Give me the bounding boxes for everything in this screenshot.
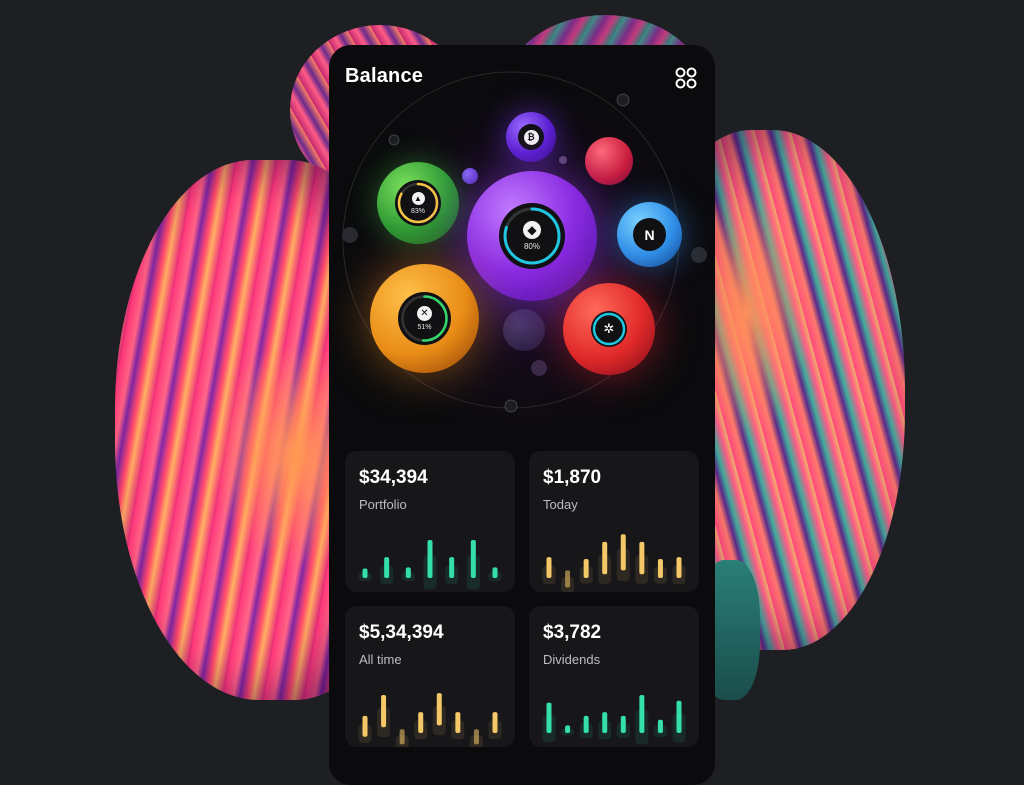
- bar: [427, 540, 433, 578]
- all-time-card[interactable]: $5,34,394 All time: [345, 606, 515, 747]
- bar: [449, 557, 455, 578]
- bar: [473, 729, 479, 745]
- green-coin-progress-ring: [397, 182, 439, 224]
- bar: [455, 712, 461, 733]
- portfolio-card[interactable]: $34,394 Portfolio: [345, 451, 515, 592]
- bar: [602, 541, 608, 575]
- stellar-bubble[interactable]: ✕ 51%: [370, 264, 479, 373]
- cardano-core: ✲: [591, 311, 627, 347]
- bitcoin-icon: ₿: [523, 129, 539, 145]
- bar: [565, 570, 571, 588]
- bar: [583, 559, 589, 578]
- bar: [657, 559, 663, 578]
- bar: [565, 725, 571, 733]
- bar: [676, 557, 682, 578]
- dividends-card[interactable]: $3,782 Dividends: [529, 606, 699, 747]
- ethereum-bubble[interactable]: ◆ 80%: [467, 171, 597, 301]
- phone-screen: Balance ₿ ▲ 83% ◆ 80% N ✕ 51% ✲ $34,394 …: [329, 45, 715, 785]
- bar: [381, 695, 387, 728]
- cardano-ring: [592, 312, 626, 346]
- ethereum-progress-ring: [503, 207, 561, 265]
- bar: [362, 715, 368, 737]
- bar: [546, 557, 552, 578]
- bar: [657, 719, 663, 733]
- bitcoin-bubble[interactable]: ₿: [506, 112, 556, 162]
- bar: [436, 693, 442, 726]
- balance-bubble-chart: Balance ₿ ▲ 83% ◆ 80% N ✕ 51% ✲: [329, 45, 715, 445]
- bar: [676, 700, 682, 733]
- near-bubble[interactable]: N: [617, 202, 682, 267]
- stellar-progress-ring: [401, 295, 448, 342]
- bar: [602, 712, 608, 733]
- bar: [639, 695, 645, 733]
- small-dark-bubble: [503, 309, 545, 351]
- bar: [583, 715, 589, 733]
- bar: [418, 712, 424, 733]
- stellar-core: ✕ 51%: [398, 292, 451, 345]
- ethereum-core: ◆ 80%: [499, 203, 565, 269]
- bar: [492, 712, 498, 733]
- grid-icon[interactable]: [675, 67, 697, 89]
- small-red-bubble: [585, 137, 633, 185]
- bitcoin-core: ₿: [518, 124, 544, 150]
- card-bar-chart: [358, 540, 502, 590]
- bar: [620, 715, 626, 733]
- bar: [470, 540, 476, 578]
- bar: [384, 557, 390, 578]
- cardano-bubble[interactable]: ✲: [563, 283, 655, 375]
- today-card[interactable]: $1,870 Today: [529, 451, 699, 592]
- bar: [492, 567, 498, 578]
- page-title: Balance: [345, 65, 424, 87]
- near-core: N: [633, 218, 666, 251]
- card-bar-chart: [358, 693, 502, 747]
- green-coin-bubble[interactable]: ▲ 83%: [377, 162, 459, 244]
- bar: [399, 729, 405, 745]
- bar: [620, 534, 626, 571]
- card-bar-chart: [542, 534, 686, 592]
- bar: [362, 568, 368, 578]
- card-bar-chart: [542, 695, 686, 745]
- bar: [639, 541, 645, 575]
- small-purple-bubble: [462, 168, 478, 184]
- bar: [405, 567, 411, 578]
- near-icon: N: [644, 226, 655, 243]
- green-coin-core: ▲ 83%: [395, 180, 441, 226]
- bar: [546, 702, 552, 733]
